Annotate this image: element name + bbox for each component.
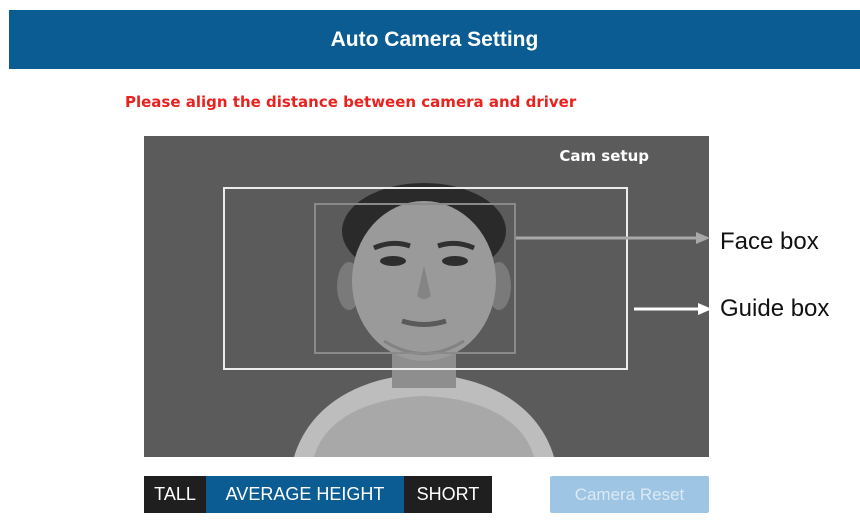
title-bar: Auto Camera Setting xyxy=(9,10,860,69)
camera-preview: Cam setup xyxy=(144,136,709,457)
auto-camera-setting-screen: Auto Camera Setting Please align the dis… xyxy=(0,0,860,525)
height-selector: TALL AVERAGE HEIGHT SHORT xyxy=(144,476,492,513)
height-option-average[interactable]: AVERAGE HEIGHT xyxy=(206,476,404,513)
camera-reset-button[interactable]: Camera Reset xyxy=(550,476,709,513)
height-option-short[interactable]: SHORT xyxy=(404,476,492,513)
height-option-tall[interactable]: TALL xyxy=(144,476,206,513)
face-box-label: Face box xyxy=(720,228,819,255)
page-title: Auto Camera Setting xyxy=(330,27,539,51)
instruction-text: Please align the distance between camera… xyxy=(125,93,577,111)
guide-box-label: Guide box xyxy=(720,295,830,322)
cam-setup-label: Cam setup xyxy=(559,147,649,165)
face-box xyxy=(314,203,516,354)
